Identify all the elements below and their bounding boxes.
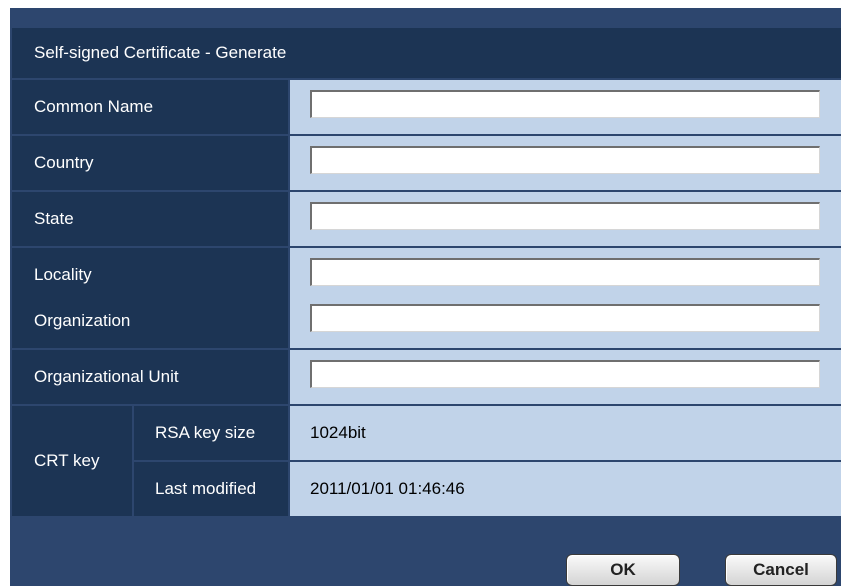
rsa-key-size-label: RSA key size bbox=[134, 406, 288, 460]
certificate-generate-dialog: Self-signed Certificate - Generate Commo… bbox=[10, 8, 841, 586]
country-label: Country bbox=[12, 136, 288, 190]
state-cell bbox=[290, 192, 841, 246]
organizational-unit-cell bbox=[290, 350, 841, 404]
organization-cell bbox=[290, 294, 841, 348]
field-row-state: State bbox=[12, 192, 841, 246]
field-row-common-name: Common Name bbox=[12, 80, 841, 134]
common-name-label: Common Name bbox=[12, 80, 288, 134]
dialog-title: Self-signed Certificate - Generate bbox=[12, 28, 841, 78]
state-label: State bbox=[12, 192, 288, 246]
last-modified-label: Last modified bbox=[134, 462, 288, 516]
organizational-unit-input[interactable] bbox=[310, 360, 820, 388]
last-modified-value: 2011/01/01 01:46:46 bbox=[290, 462, 841, 516]
field-row-organization: Organization bbox=[12, 294, 841, 348]
common-name-cell bbox=[290, 80, 841, 134]
country-cell bbox=[290, 136, 841, 190]
cancel-button[interactable]: Cancel bbox=[725, 554, 837, 586]
field-row-country: Country bbox=[12, 136, 841, 190]
state-input[interactable] bbox=[310, 202, 820, 230]
common-name-input[interactable] bbox=[310, 90, 820, 118]
rsa-key-size-value: 1024bit bbox=[290, 406, 841, 460]
organizational-unit-label: Organizational Unit bbox=[12, 350, 288, 404]
ok-button[interactable]: OK bbox=[566, 554, 680, 586]
field-row-organizational-unit: Organizational Unit bbox=[12, 350, 841, 404]
locality-input[interactable] bbox=[310, 258, 820, 286]
organization-input[interactable] bbox=[310, 304, 820, 332]
country-input[interactable] bbox=[310, 146, 820, 174]
crt-key-label: CRT key bbox=[12, 406, 132, 516]
organization-label: Organization bbox=[12, 294, 288, 348]
